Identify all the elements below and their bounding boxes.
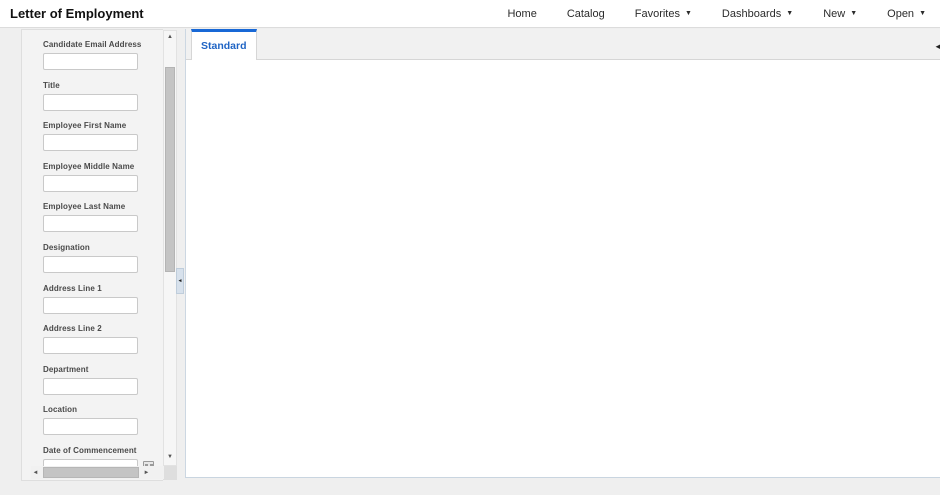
parameter-field: Employee Middle Name bbox=[43, 162, 159, 192]
parameters-vertical-scrollbar[interactable]: ▲ ▼ bbox=[163, 30, 177, 466]
vertical-scrollbar-thumb[interactable] bbox=[165, 67, 175, 272]
nav-item-label: Catalog bbox=[566, 7, 605, 20]
parameter-field: Address Line 2 bbox=[43, 324, 159, 355]
nav-item-catalog[interactable]: Catalog bbox=[567, 8, 605, 20]
nav-item-favorites[interactable]: Favorites ▼ bbox=[635, 8, 692, 20]
parameter-field: Location bbox=[43, 405, 159, 436]
report-view-panel: Standard bbox=[185, 29, 940, 478]
parameter-label: Title bbox=[43, 80, 60, 90]
parameter-field: Department bbox=[43, 365, 159, 395]
parameter-field: Address Line 1 bbox=[43, 284, 159, 314]
parameter-field: Candidate Email Address bbox=[43, 40, 159, 70]
parameter-input-employee-last-name[interactable] bbox=[43, 215, 138, 233]
page-title: Letter of Employment bbox=[10, 6, 144, 21]
parameter-input-employee-middle-name[interactable] bbox=[43, 174, 138, 192]
nav-item-label: New bbox=[823, 7, 846, 20]
dropdown-caret-icon: ▼ bbox=[786, 10, 794, 17]
dropdown-caret-icon: ▼ bbox=[919, 10, 926, 17]
tab-label: Standard bbox=[201, 40, 247, 52]
parameter-field: Title bbox=[43, 81, 159, 111]
right-panel-collapse-icon[interactable]: ◄ bbox=[934, 41, 940, 53]
parameter-field: Employee First Name bbox=[43, 121, 159, 152]
nav-item-new[interactable]: New ▼ bbox=[823, 8, 857, 20]
parameter-label: Address Line 1 bbox=[43, 283, 102, 293]
parameter-label: Employee Last Name bbox=[43, 202, 126, 212]
parameter-label: Address Line 2 bbox=[43, 324, 102, 334]
nav-item-label: Dashboards bbox=[721, 7, 782, 20]
parameters-horizontal-scrollbar[interactable]: ◄ ► bbox=[31, 466, 164, 479]
report-viewer-page: Letter of Employment Home Catalog Favorite… bbox=[0, 0, 940, 495]
scrollbar-corner bbox=[163, 466, 177, 480]
collapse-left-arrow-icon: ◄ bbox=[177, 277, 183, 284]
dropdown-caret-icon: ▼ bbox=[684, 10, 692, 17]
parameter-field: Employee Last Name bbox=[43, 202, 159, 233]
report-output-canvas bbox=[186, 60, 940, 477]
parameter-label: Employee First Name bbox=[43, 121, 127, 131]
scroll-right-arrow-icon[interactable]: ► bbox=[142, 470, 151, 476]
parameter-label: Location bbox=[43, 405, 78, 415]
parameters-panel: Candidate Email Address Title Employee Fir… bbox=[21, 29, 163, 481]
parameter-input-location[interactable] bbox=[43, 418, 138, 436]
nav-item-home[interactable]: Home bbox=[507, 8, 536, 20]
parameter-input-title[interactable] bbox=[43, 93, 138, 111]
parameter-input-designation[interactable] bbox=[43, 256, 138, 273]
global-nav: Home Catalog Favorites ▼ Dashboards ▼ New ▼ Open… bbox=[477, 8, 926, 20]
scroll-down-arrow-icon[interactable]: ▼ bbox=[164, 451, 176, 463]
dropdown-caret-icon: ▼ bbox=[850, 10, 858, 17]
report-tab-strip: Standard bbox=[186, 29, 940, 60]
scroll-up-arrow-icon[interactable]: ▲ bbox=[164, 31, 176, 43]
nav-item-label: Favorites bbox=[634, 7, 680, 20]
nav-item-label: Home bbox=[507, 7, 537, 20]
scroll-left-arrow-icon[interactable]: ◄ bbox=[31, 470, 40, 476]
parameter-input-candidate-email-address[interactable] bbox=[43, 53, 138, 70]
parameter-field: Designation bbox=[43, 243, 159, 273]
horizontal-scrollbar-thumb[interactable] bbox=[43, 467, 139, 478]
nav-item-open[interactable]: Open ▼ bbox=[887, 8, 926, 20]
parameter-label: Candidate Email Address bbox=[43, 40, 142, 49]
nav-item-label: Open bbox=[887, 7, 915, 20]
parameter-input-address-line-2[interactable] bbox=[43, 337, 138, 355]
tab-standard[interactable]: Standard bbox=[191, 29, 257, 60]
panel-collapse-handle[interactable]: ◄ bbox=[176, 268, 184, 294]
nav-item-dashboards[interactable]: Dashboards ▼ bbox=[722, 8, 793, 20]
parameter-input-address-line-1[interactable] bbox=[43, 296, 138, 314]
parameter-label: Department bbox=[43, 364, 89, 374]
parameter-label: Date of Commencement bbox=[43, 446, 137, 455]
parameter-input-department[interactable] bbox=[43, 377, 138, 395]
parameter-label: Employee Middle Name bbox=[43, 161, 135, 171]
parameter-input-employee-first-name[interactable] bbox=[43, 134, 138, 152]
parameter-label: Designation bbox=[43, 243, 90, 252]
header-bar: Letter of Employment Home Catalog Favorite… bbox=[0, 0, 940, 28]
